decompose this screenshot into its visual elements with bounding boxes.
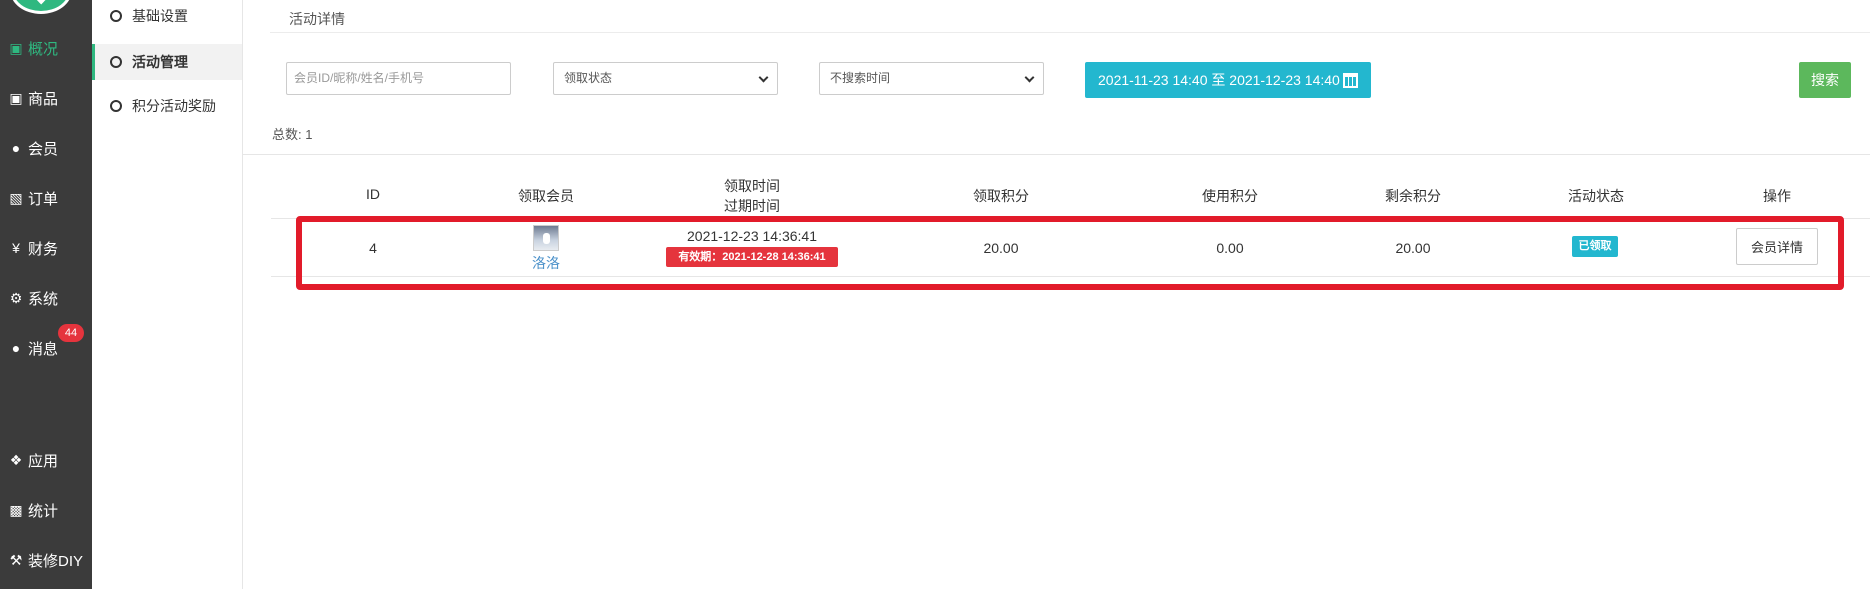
- sidebar-item-overview[interactable]: ▣ 概况: [0, 28, 92, 68]
- apps-icon: ❖: [9, 451, 23, 468]
- message-count-badge: 44: [58, 324, 84, 342]
- sidebar-item-label: 财务: [28, 240, 59, 258]
- sidebar-item-orders[interactable]: ▧ 订单: [0, 178, 92, 218]
- col-header-claimed-points: 领取积分: [973, 188, 1029, 204]
- chevron-down-icon: [758, 72, 769, 83]
- main-content: 活动详情 会员ID/昵称/姓名/手机号 领取状态 不搜索时间 2021-11-2…: [243, 0, 1870, 589]
- col-header-status: 活动状态: [1568, 188, 1624, 204]
- date-range-text: 2021-11-23 14:40 至 2021-12-23 14:40: [1098, 72, 1340, 88]
- submenu-item-activity-management[interactable]: 活动管理: [92, 44, 242, 80]
- col-header-used-points: 使用积分: [1202, 188, 1258, 204]
- col-header-id: ID: [366, 186, 380, 202]
- sidebar-item-label: 会员: [28, 140, 59, 158]
- secondary-menu: 基础设置 活动管理 积分活动奖励: [92, 0, 243, 589]
- circle-icon: [110, 10, 122, 22]
- col-header-remaining-points: 剩余积分: [1385, 188, 1441, 204]
- hammer-icon: ⚒: [9, 551, 23, 568]
- total-label: 总数:: [272, 127, 302, 142]
- sidebar-item-members[interactable]: ● 会员: [0, 128, 92, 168]
- col-header-actions: 操作: [1763, 188, 1791, 204]
- sidebar-item-label: 系统: [28, 290, 59, 308]
- time-filter-value: 不搜索时间: [830, 71, 891, 85]
- divider: [243, 154, 1870, 155]
- chat-icon: ●: [11, 340, 21, 356]
- search-button[interactable]: 搜索: [1799, 62, 1851, 98]
- sidebar-item-statistics[interactable]: ▩ 统计: [0, 490, 92, 530]
- sidebar-item-label: 概况: [28, 40, 59, 58]
- cart-icon: ▧: [9, 189, 23, 206]
- submenu-item-label: 基础设置: [132, 8, 188, 24]
- claim-status-select[interactable]: 领取状态: [553, 62, 778, 95]
- sidebar-item-label: 商品: [28, 90, 59, 108]
- submenu-item-label: 积分活动奖励: [132, 98, 216, 114]
- chevron-down-icon: [1024, 72, 1035, 83]
- cogs-icon: ⚙: [9, 289, 23, 306]
- sidebar-item-products[interactable]: ▣ 商品: [0, 78, 92, 118]
- date-range-picker[interactable]: 2021-11-23 14:40 至 2021-12-23 14:40: [1085, 62, 1371, 98]
- members-icon: ●: [11, 140, 21, 156]
- circle-icon: [110, 100, 122, 112]
- yen-icon: ¥: [12, 240, 20, 256]
- sidebar-item-label: 统计: [28, 502, 59, 520]
- page-title: 活动详情: [289, 11, 345, 27]
- sidebar-item-label: 应用: [28, 452, 59, 470]
- sidebar-item-decoration[interactable]: ⚒ 装修DIY: [0, 540, 92, 580]
- member-search-input[interactable]: 会员ID/昵称/姓名/手机号: [286, 62, 511, 95]
- sidebar-item-apps[interactable]: ❖ 应用: [0, 440, 92, 480]
- bar-chart-icon: ▩: [9, 501, 23, 518]
- claim-status-value: 领取状态: [564, 71, 613, 85]
- product-icon: ▣: [9, 89, 23, 106]
- highlight-box: [296, 216, 1844, 290]
- submenu-item-label: 活动管理: [132, 54, 188, 70]
- circle-icon: [110, 56, 122, 68]
- col-header-claim-time: 领取时间: [724, 178, 780, 194]
- divider: [270, 32, 1870, 33]
- app-root: ▣ 概况 ▣ 商品 ● 会员 ▧ 订单 ¥ 财务 ⚙ 系统 ● 消息 44 ❖: [0, 0, 1870, 589]
- main-sidebar: ▣ 概况 ▣ 商品 ● 会员 ▧ 订单 ¥ 财务 ⚙ 系统 ● 消息 44 ❖: [0, 0, 92, 589]
- time-filter-select[interactable]: 不搜索时间: [819, 62, 1044, 95]
- submenu-item-points-reward[interactable]: 积分活动奖励: [92, 88, 242, 124]
- logo: [10, 0, 72, 14]
- col-header-expire-time: 过期时间: [724, 198, 780, 214]
- submenu-item-basic-settings[interactable]: 基础设置: [92, 0, 242, 34]
- sidebar-item-system[interactable]: ⚙ 系统: [0, 278, 92, 318]
- sidebar-item-label: 消息: [28, 340, 59, 358]
- sidebar-item-label: 装修DIY: [28, 552, 84, 570]
- sidebar-item-finance[interactable]: ¥ 财务: [0, 228, 92, 268]
- total-value: 1: [305, 127, 313, 142]
- col-header-member: 领取会员: [518, 188, 574, 204]
- calendar-icon: [1342, 72, 1358, 88]
- sidebar-item-label: 订单: [28, 190, 59, 208]
- total-count: 总数: 1: [272, 124, 312, 143]
- dashboard-icon: ▣: [9, 39, 23, 56]
- active-indicator: [92, 44, 95, 80]
